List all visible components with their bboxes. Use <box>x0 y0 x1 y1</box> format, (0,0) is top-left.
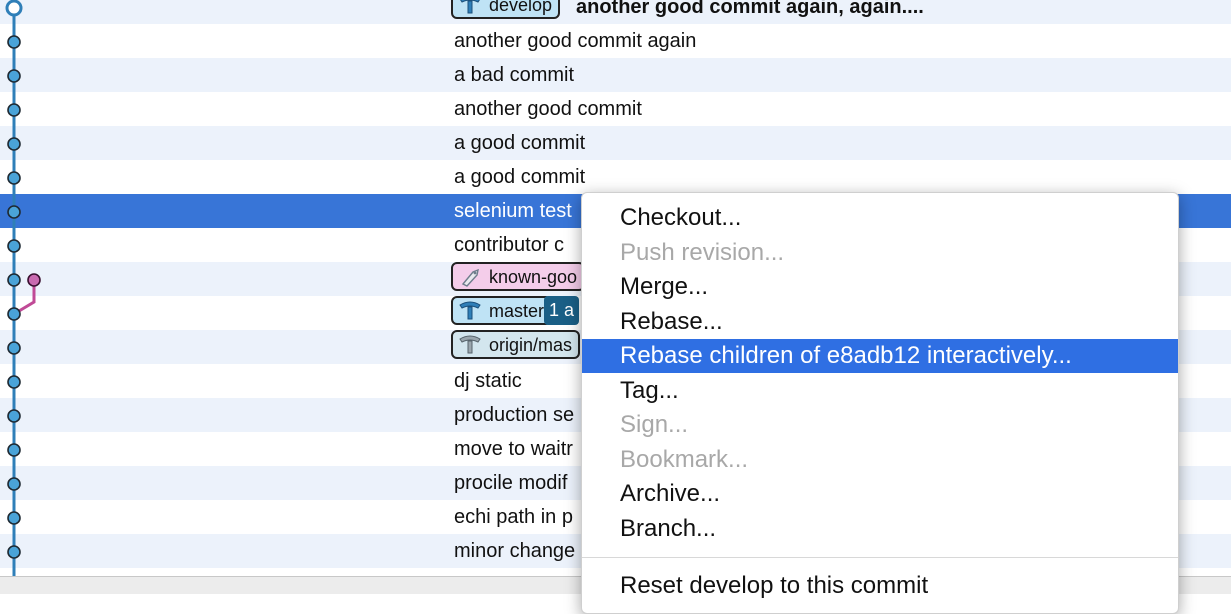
commit-message: selenium test <box>454 200 572 222</box>
badge-label: master <box>489 301 545 321</box>
menu-item-branch[interactable]: Branch... <box>582 512 1178 546</box>
commit-message: a bad commit <box>454 64 575 86</box>
commit-node <box>7 273 21 287</box>
commit-node <box>7 375 21 389</box>
menu-item-sign: Sign... <box>620 411 689 438</box>
commit-node <box>7 69 21 83</box>
commit-message: a good commit <box>454 166 586 188</box>
commit-message: procile modif <box>454 472 568 494</box>
commit-message: minor change <box>454 540 576 562</box>
commit-message: another good commit again, again.... <box>576 0 924 18</box>
menu-item-reset-develop-to-this-commit[interactable]: Reset develop to this commit <box>582 569 1178 603</box>
menu-item-tag[interactable]: Tag... <box>582 374 1178 408</box>
badge-label: origin/mas <box>489 335 573 355</box>
commit-node <box>7 545 21 559</box>
commit-node <box>7 511 21 525</box>
commit-message: production se <box>454 404 575 426</box>
commit-row[interactable]: another good commit again <box>0 24 1231 58</box>
branch-badge[interactable]: develop <box>451 0 561 19</box>
commit-node <box>7 35 21 49</box>
commit-node <box>27 273 41 287</box>
commit-node <box>7 205 21 219</box>
tag-badge[interactable]: known-goo <box>451 262 586 291</box>
menu-separator <box>582 557 1178 558</box>
branch-badge[interactable]: master 1 a <box>451 296 580 325</box>
badge-label: known-goo <box>489 267 578 287</box>
commit-node <box>7 103 21 117</box>
branch-badge[interactable]: origin/mas <box>451 330 581 359</box>
commit-node <box>7 443 21 457</box>
commit-row[interactable]: a good commit <box>0 160 1231 194</box>
menu-item-rebase-children-of-e8adb12-interactively[interactable]: Rebase children of e8adb12 interactively… <box>582 339 1178 373</box>
remote-branch-icon <box>459 335 481 354</box>
commit-graph <box>5 0 41 576</box>
commit-message: echi path in p <box>454 506 573 528</box>
commit-message: contributor c <box>454 234 565 256</box>
commit-row[interactable]: a bad commit <box>0 58 1231 92</box>
commit-node <box>7 137 21 151</box>
commit-message: dj static <box>454 370 522 392</box>
ahead-count-badge: 1 a <box>544 296 580 325</box>
commit-node <box>7 239 21 253</box>
context-menu: Checkout... Push revision... Merge... Rebas… <box>581 192 1179 614</box>
commit-message: another good commit <box>454 98 642 120</box>
commit-message: move to waitr <box>454 438 573 460</box>
commit-node <box>7 341 21 355</box>
commit-node <box>7 171 21 185</box>
branch-icon <box>460 0 480 14</box>
menu-item-merge[interactable]: Merge... <box>582 270 1178 304</box>
tag-icon <box>461 268 479 287</box>
commit-row[interactable]: a good commit <box>0 126 1231 160</box>
commit-message: a good commit <box>454 132 586 154</box>
menu-item-rebase[interactable]: Rebase... <box>582 305 1178 339</box>
commit-node <box>7 409 21 423</box>
branch-icon <box>459 301 481 320</box>
menu-item-push-revision: Push revision... <box>620 238 785 266</box>
commit-row[interactable]: develop another good commit again, again.… <box>0 0 1231 24</box>
commit-message: another good commit again <box>454 30 697 52</box>
commit-node <box>7 307 21 321</box>
badge-label: develop <box>489 0 553 15</box>
menu-item-bookmark: Bookmark... <box>620 445 749 473</box>
commit-row[interactable]: another good commit <box>0 92 1231 126</box>
commit-node <box>7 477 21 491</box>
menu-item-checkout[interactable]: Checkout... <box>582 201 1178 235</box>
menu-item-archive[interactable]: Archive... <box>582 477 1178 511</box>
commit-node <box>5 0 23 17</box>
